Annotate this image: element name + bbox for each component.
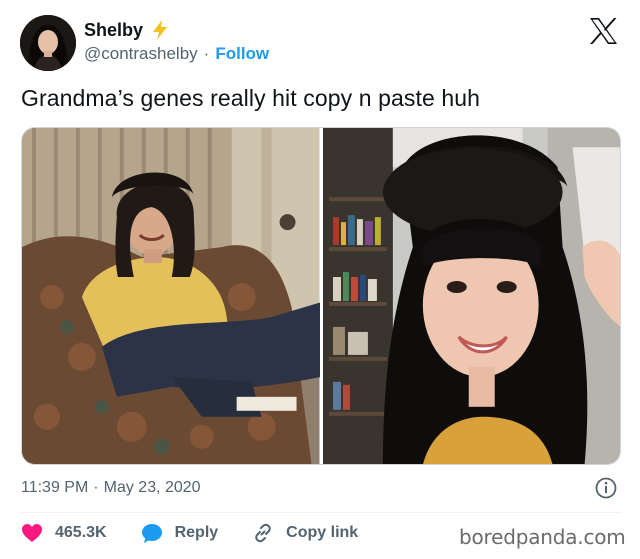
handle[interactable]: @contrashelby: [84, 44, 198, 64]
reply-bubble-icon: [141, 523, 162, 543]
bolt-icon: [149, 19, 171, 41]
reply-label: Reply: [174, 524, 219, 541]
copy-link-label: Copy link: [286, 524, 359, 541]
like-count: 465.3K: [55, 524, 107, 541]
time[interactable]: 11:39 PM: [21, 479, 88, 497]
timestamp[interactable]: 11:39 PM · May 23, 2020: [21, 479, 201, 497]
action-bar: 465.3K Reply Copy link: [21, 522, 392, 544]
handle-separator: ·: [203, 44, 210, 63]
x-logo-icon[interactable]: [588, 17, 618, 45]
selfie-photo[interactable]: [322, 128, 620, 464]
tweet-media[interactable]: [21, 127, 621, 465]
display-name[interactable]: Shelby: [84, 20, 143, 41]
vintage-photo[interactable]: [22, 128, 320, 464]
like-button[interactable]: 465.3K: [21, 523, 107, 543]
link-icon: [255, 523, 271, 543]
watermark: boredpanda.com: [459, 525, 626, 549]
avatar[interactable]: [20, 15, 76, 71]
tweet-text: Grandma’s genes really hit copy n paste …: [21, 85, 481, 111]
info-icon[interactable]: [594, 476, 618, 500]
date[interactable]: May 23, 2020: [104, 479, 201, 497]
heart-icon: [22, 524, 42, 542]
copy-link-button[interactable]: Copy link: [252, 522, 358, 544]
time-separator: ·: [93, 479, 99, 496]
follow-button[interactable]: Follow: [215, 44, 269, 64]
divider: [21, 512, 621, 513]
reply-button[interactable]: Reply: [141, 523, 219, 544]
